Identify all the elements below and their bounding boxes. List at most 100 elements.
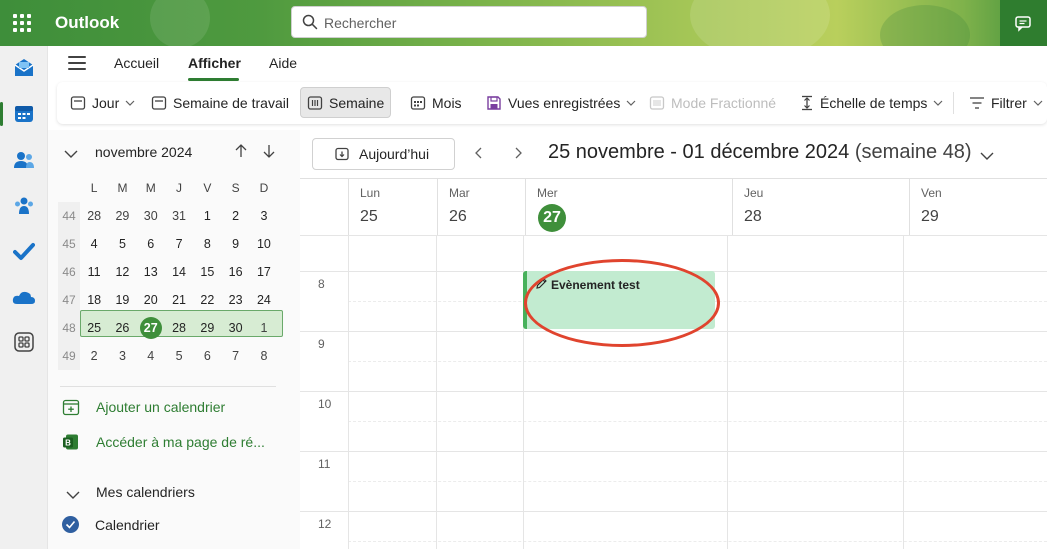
filter-label: Filtrer: [991, 94, 1027, 111]
hour-label: 12: [318, 517, 332, 531]
mini-day[interactable]: 13: [137, 261, 165, 283]
mini-day[interactable]: 3: [250, 205, 278, 227]
mini-day[interactable]: 12: [108, 261, 136, 283]
mail-icon[interactable]: [12, 56, 36, 80]
week-view-button[interactable]: Semaine: [300, 87, 392, 118]
search-input[interactable]: [324, 13, 624, 33]
day-header[interactable]: Jeu 28: [732, 179, 909, 235]
mini-day[interactable]: 17: [250, 261, 278, 283]
work-week-view-button[interactable]: Semaine de travail: [145, 87, 295, 118]
chevron-down-icon[interactable]: [980, 148, 994, 166]
mini-day[interactable]: 28: [80, 205, 108, 227]
calendar-add-icon: [62, 398, 80, 419]
mini-day[interactable]: 10: [250, 233, 278, 255]
month-view-button[interactable]: Mois: [404, 87, 468, 118]
split-mode-button[interactable]: Mode Fractionné: [643, 87, 782, 118]
arrow-up-icon[interactable]: [235, 144, 247, 163]
mini-day[interactable]: 9: [221, 233, 249, 255]
tab-afficher[interactable]: Afficher: [188, 55, 241, 71]
mini-day[interactable]: 15: [193, 261, 221, 283]
grid-half-line: [348, 421, 1047, 422]
chevron-right-icon[interactable]: [515, 146, 523, 164]
chevron-down-icon[interactable]: [64, 146, 78, 162]
grid-line: [300, 235, 1047, 236]
day-header-today[interactable]: Mer 27: [525, 179, 732, 235]
mini-day[interactable]: 29: [193, 317, 221, 339]
app-title: Outlook: [55, 13, 120, 32]
chat-button[interactable]: [1000, 0, 1047, 46]
day-header[interactable]: Mar 26: [437, 179, 525, 235]
mini-day[interactable]: 28: [165, 317, 193, 339]
mini-day[interactable]: 6: [193, 345, 221, 367]
mini-day[interactable]: 5: [165, 345, 193, 367]
mini-day[interactable]: 23: [221, 289, 249, 311]
mini-day[interactable]: 19: [108, 289, 136, 311]
mini-day[interactable]: 3: [108, 345, 136, 367]
app-rail: [0, 46, 48, 549]
app-launcher-icon[interactable]: [10, 11, 34, 35]
mini-day[interactable]: 7: [165, 233, 193, 255]
mini-day[interactable]: 6: [137, 233, 165, 255]
mini-day[interactable]: 11: [80, 261, 108, 283]
time-scale-button[interactable]: Échelle de temps: [794, 87, 949, 118]
more-apps-icon[interactable]: [12, 330, 36, 354]
hamburger-menu-icon[interactable]: [68, 56, 86, 70]
arrow-down-icon[interactable]: [263, 144, 275, 163]
tab-aide[interactable]: Aide: [269, 55, 297, 71]
date-range-title[interactable]: 25 novembre - 01 décembre 2024 (semaine …: [548, 141, 972, 164]
mini-day[interactable]: 30: [137, 205, 165, 227]
mini-day[interactable]: 16: [221, 261, 249, 283]
calendar-event[interactable]: Evènement test: [523, 271, 715, 329]
work-week-icon: [151, 95, 167, 111]
chevron-down-icon: [1033, 100, 1043, 106]
mini-day[interactable]: 5: [108, 233, 136, 255]
week-view-icon: [307, 95, 323, 111]
todo-icon[interactable]: [12, 240, 36, 264]
mini-calendar-month[interactable]: novembre 2024: [95, 144, 192, 160]
mini-day[interactable]: 1: [193, 205, 221, 227]
calendar-icon[interactable]: [12, 102, 36, 126]
saved-views-button[interactable]: Vues enregistrées: [480, 87, 642, 118]
mini-day[interactable]: 30: [221, 317, 249, 339]
mini-day[interactable]: 1: [250, 317, 278, 339]
tab-accueil[interactable]: Accueil: [114, 55, 159, 71]
groups-icon[interactable]: [12, 194, 36, 218]
day-header[interactable]: Lun 25: [348, 179, 437, 235]
calendar-checkbox[interactable]: [62, 516, 79, 533]
mini-day[interactable]: 8: [193, 233, 221, 255]
mini-day[interactable]: 22: [193, 289, 221, 311]
mini-day[interactable]: 4: [137, 345, 165, 367]
search-box[interactable]: [291, 6, 647, 38]
mini-day[interactable]: 18: [80, 289, 108, 311]
mini-day[interactable]: 26: [108, 317, 136, 339]
mini-week-row: 49 2 3 4 5 6 7 8: [58, 342, 278, 370]
today-button[interactable]: Aujourd’hui: [312, 138, 455, 170]
mini-day[interactable]: 4: [80, 233, 108, 255]
day-name: Jeu: [744, 186, 764, 200]
mini-day[interactable]: 7: [221, 345, 249, 367]
mini-day[interactable]: 29: [108, 205, 136, 227]
mini-day[interactable]: 21: [165, 289, 193, 311]
day-view-icon: [70, 95, 86, 111]
view-ribbon: Jour Semaine de travail Semaine Mois Vue…: [57, 82, 1047, 124]
mini-day[interactable]: 31: [165, 205, 193, 227]
onedrive-icon[interactable]: [12, 286, 36, 310]
booking-page-label: Accéder à ma page de ré...: [96, 434, 265, 450]
day-view-button[interactable]: Jour: [64, 87, 141, 118]
mini-day[interactable]: 24: [250, 289, 278, 311]
grid-line: [300, 451, 1047, 452]
mini-day[interactable]: 14: [165, 261, 193, 283]
mini-day-today[interactable]: 27: [137, 317, 165, 339]
grid-half-line: [348, 541, 1047, 542]
mini-day[interactable]: 2: [221, 205, 249, 227]
mini-day[interactable]: 20: [137, 289, 165, 311]
day-header[interactable]: Ven 29: [909, 179, 1047, 235]
mini-day[interactable]: 2: [80, 345, 108, 367]
filter-button[interactable]: Filtrer: [963, 87, 1047, 118]
mini-day[interactable]: 25: [80, 317, 108, 339]
hour-label: 10: [318, 397, 332, 411]
chevron-left-icon[interactable]: [474, 146, 482, 164]
split-mode-label: Mode Fractionné: [671, 94, 777, 111]
people-icon[interactable]: [12, 148, 36, 172]
mini-day[interactable]: 8: [250, 345, 278, 367]
